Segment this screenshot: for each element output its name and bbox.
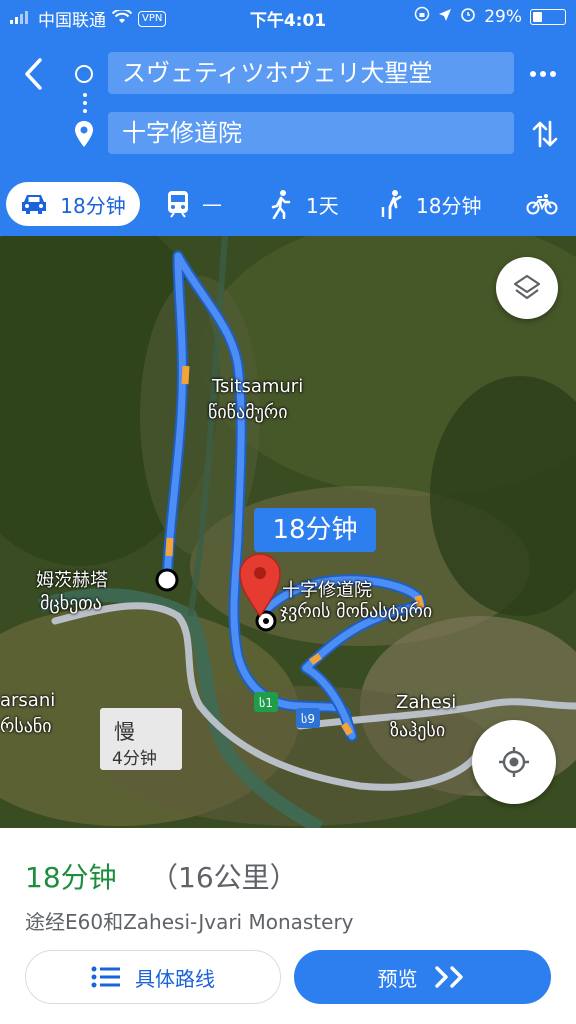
label-tsitsamuri-latin: Tsitsamuri — [212, 376, 304, 397]
steps-button[interactable]: 具体路线 — [25, 950, 281, 1004]
road-shield-s1: ს1 — [259, 696, 273, 710]
ride-icon — [381, 190, 402, 219]
swap-button[interactable] — [530, 118, 560, 150]
bike-icon — [526, 194, 558, 215]
more-options-button[interactable] — [528, 62, 558, 86]
origin-input[interactable]: スヴェティツホヴェリ大聖堂 — [108, 52, 514, 94]
tab-transit-label: — — [202, 192, 222, 216]
battery-icon — [530, 8, 566, 25]
my-location-button[interactable] — [472, 720, 556, 804]
origin-circle-icon — [74, 64, 94, 84]
label-zahesi-latin: Zahesi — [396, 692, 457, 713]
label-zahesi-georgian: ზაჰესი — [390, 720, 446, 741]
tab-ride-label: 18分钟 — [416, 193, 482, 218]
preview-button[interactable]: 预览 — [294, 950, 551, 1004]
rotation-lock-icon — [414, 6, 430, 27]
double-chevron-right-icon — [434, 966, 463, 988]
status-bar: 中国联通 VPN 下午4:01 29% — [0, 0, 576, 32]
tab-driving-label: 18分钟 — [60, 193, 126, 218]
label-tsarsani-georgian: რსანი — [0, 716, 52, 737]
preview-button-label: 预览 — [377, 966, 418, 991]
back-button[interactable] — [18, 54, 52, 94]
crosshair-location-icon — [499, 747, 529, 777]
transit-icon — [168, 191, 188, 218]
layers-icon — [513, 274, 541, 300]
route-summary-sheet: 18分钟 （16公里） 途经E60和Zahesi-Jvari Monastery… — [0, 828, 576, 1024]
route-dots-icon — [82, 92, 88, 114]
tab-cycling[interactable] — [526, 182, 570, 226]
back-arrow-icon — [25, 58, 42, 90]
tab-ride[interactable]: 18分钟 — [380, 182, 481, 226]
label-monastery-georgian: ჯვრის მონასტერი — [280, 601, 433, 622]
car-icon — [22, 195, 47, 214]
label-tsitsamuri-georgian: წიწამური — [208, 402, 288, 423]
label-monastery-cn: 十字修道院 — [282, 580, 372, 601]
swap-arrows-icon — [532, 120, 558, 148]
tab-walking[interactable]: 1天 — [270, 182, 339, 226]
destination-input[interactable]: 十字修道院 — [108, 112, 514, 154]
label-mtskheta-cn: 姆茨赫塔 — [36, 570, 108, 591]
road-shield-s9: ს9 — [301, 712, 315, 726]
travel-mode-tabs: 18分钟 — 1天 18分钟 — [0, 178, 576, 228]
label-tsarsani-latin: arsani — [0, 690, 56, 711]
destination-pin-icon — [74, 120, 94, 148]
tab-driving[interactable]: 18分钟 — [6, 182, 140, 226]
label-mtskheta-georgian: მცხეთა — [40, 593, 102, 614]
alarm-icon — [460, 6, 476, 27]
list-icon — [91, 966, 120, 988]
alt-route-label: 慢 — [114, 720, 135, 744]
map-view[interactable]: ს1 ს9 Tsitsamuri წიწამური 姆茨赫塔 მცხეთა 十字… — [0, 236, 576, 828]
battery-percent: 29% — [484, 6, 522, 27]
layers-button[interactable] — [496, 257, 558, 319]
more-dots-icon — [530, 71, 556, 77]
location-arrow-icon — [438, 7, 452, 27]
alt-route-time: 4分钟 — [112, 749, 157, 769]
steps-button-label: 具体路线 — [135, 966, 215, 991]
directions-header: 中国联通 VPN 下午4:01 29% スヴェティツホヴェリ大聖堂 十字修道院 … — [0, 0, 576, 236]
route-time-callout[interactable]: 18分钟 — [254, 508, 376, 552]
route-distance: （16公里） — [150, 861, 298, 894]
alt-route-callout[interactable]: 慢 4分钟 — [100, 708, 182, 770]
route-duration: 18分钟 — [25, 861, 117, 894]
tab-transit[interactable]: — — [166, 182, 222, 226]
tab-walking-label: 1天 — [306, 193, 339, 218]
walk-icon — [271, 190, 291, 219]
route-via: 途经E60和Zahesi-Jvari Monastery — [25, 910, 354, 934]
